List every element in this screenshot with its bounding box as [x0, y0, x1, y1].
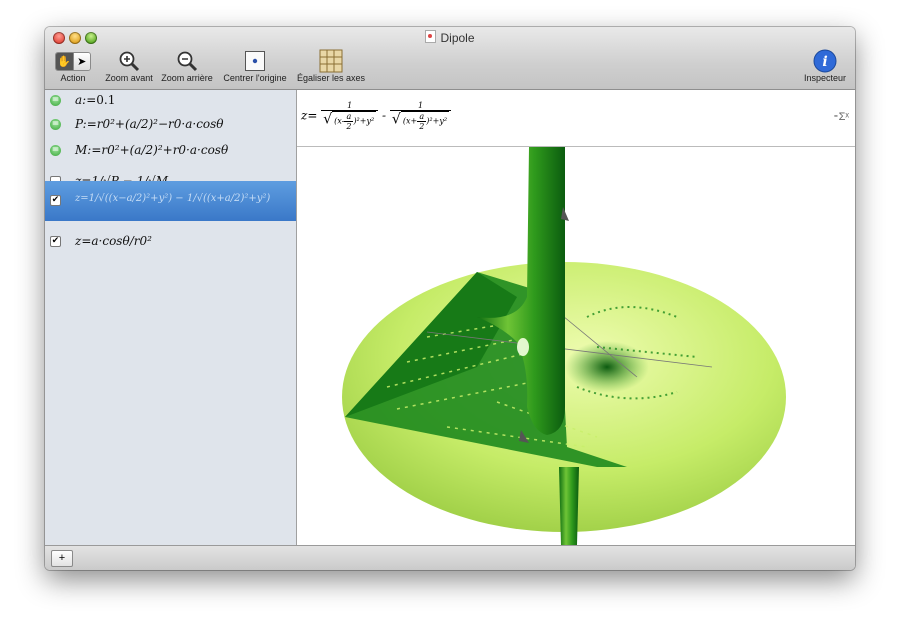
equation-text: P:=r0²+(a/2)²−r0·a·cosθ: [75, 117, 224, 131]
pointer-icon[interactable]: ➤: [72, 52, 90, 70]
equation-text: M:=r0²+(a/2)²+r0·a·cosθ: [75, 143, 229, 157]
zoom-in-label: Zoom avant: [105, 73, 153, 83]
zoom-out-button[interactable]: Zoom arrière: [158, 49, 216, 83]
window-title: Dipole: [440, 31, 475, 45]
equation-list: = a:=0.1 = P:=r0²+(a/2)²−r0·a·cosθ = M:=…: [45, 90, 297, 545]
dipole-surface[interactable]: [297, 147, 855, 545]
center-origin-button[interactable]: Centrer l'origine: [220, 49, 290, 83]
specular-highlight: [517, 338, 529, 356]
equation-text: z=a·cosθ/r0²: [75, 234, 152, 248]
titlebar: Dipole ✋ ➤ Action Zoom avant Zoom arrièr…: [45, 27, 855, 90]
3d-plot-view[interactable]: [297, 147, 855, 545]
zoom-in-button[interactable]: Zoom avant: [100, 49, 158, 83]
equalize-axes-button[interactable]: Égaliser les axes: [295, 49, 367, 83]
zoom-out-icon: [177, 51, 198, 72]
equation-text: a:=0.1: [75, 93, 116, 107]
header-formula: z= 1 √ (x-a 2)²+y² - 1 √ (x+ a 2)²+y²: [301, 101, 452, 131]
inspector-label: Inspecteur: [803, 73, 847, 83]
sink-well: [565, 341, 649, 393]
equation-row-selected[interactable]: ✔ z=1/√((x−a/2)²+y²) − 1/√((x+a/2)²+y²): [45, 181, 296, 221]
inspector-button[interactable]: i Inspecteur: [799, 49, 851, 83]
equation-row[interactable]: ✔ z=a·cosθ/r0²: [45, 224, 296, 260]
action-segmented-control[interactable]: ✋ ➤: [55, 51, 91, 71]
equation-row[interactable]: = P:=r0²+(a/2)²−r0·a·cosθ: [45, 112, 296, 138]
equalize-axes-label: Égaliser les axes: [296, 73, 366, 83]
svg-text:i: i: [822, 54, 827, 70]
sigma-icon[interactable]: ⁃Σˣ: [833, 110, 849, 123]
info-icon: i: [813, 49, 837, 73]
hand-icon[interactable]: ✋: [56, 52, 73, 70]
equation-row[interactable]: = M:=r0²+(a/2)²+r0·a·cosθ: [45, 138, 296, 164]
definition-icon[interactable]: =: [50, 119, 61, 130]
negative-spike: [559, 467, 579, 545]
bottom-bar: +: [45, 545, 855, 570]
graph-area: z= 1 √ (x-a 2)²+y² - 1 √ (x+ a 2)²+y² ⁃Σˣ: [297, 90, 855, 545]
formula-header[interactable]: z= 1 √ (x-a 2)²+y² - 1 √ (x+ a 2)²+y² ⁃Σˣ: [297, 90, 855, 147]
zoom-out-label: Zoom arrière: [161, 73, 213, 83]
app-window: Dipole ✋ ➤ Action Zoom avant Zoom arrièr…: [45, 27, 855, 570]
window-title-area: Dipole: [45, 30, 855, 45]
equalize-axes-icon: [319, 49, 343, 73]
document-icon: [425, 30, 437, 43]
equation-text: z=1/√((x−a/2)²+y²) − 1/√((x+a/2)²+y²): [75, 193, 271, 204]
add-button[interactable]: +: [51, 550, 73, 567]
action-label: Action: [60, 73, 86, 83]
graph-checkbox[interactable]: ✔: [50, 195, 61, 206]
center-origin-label: Centrer l'origine: [223, 73, 287, 83]
graph-checkbox[interactable]: ✔: [50, 236, 61, 247]
zoom-in-icon: [119, 51, 140, 72]
action-tool[interactable]: ✋ ➤ Action: [55, 49, 91, 83]
center-origin-icon: [245, 51, 265, 71]
definition-icon[interactable]: =: [50, 145, 61, 156]
definition-icon[interactable]: =: [50, 95, 61, 106]
equation-row[interactable]: = a:=0.1: [45, 90, 296, 112]
